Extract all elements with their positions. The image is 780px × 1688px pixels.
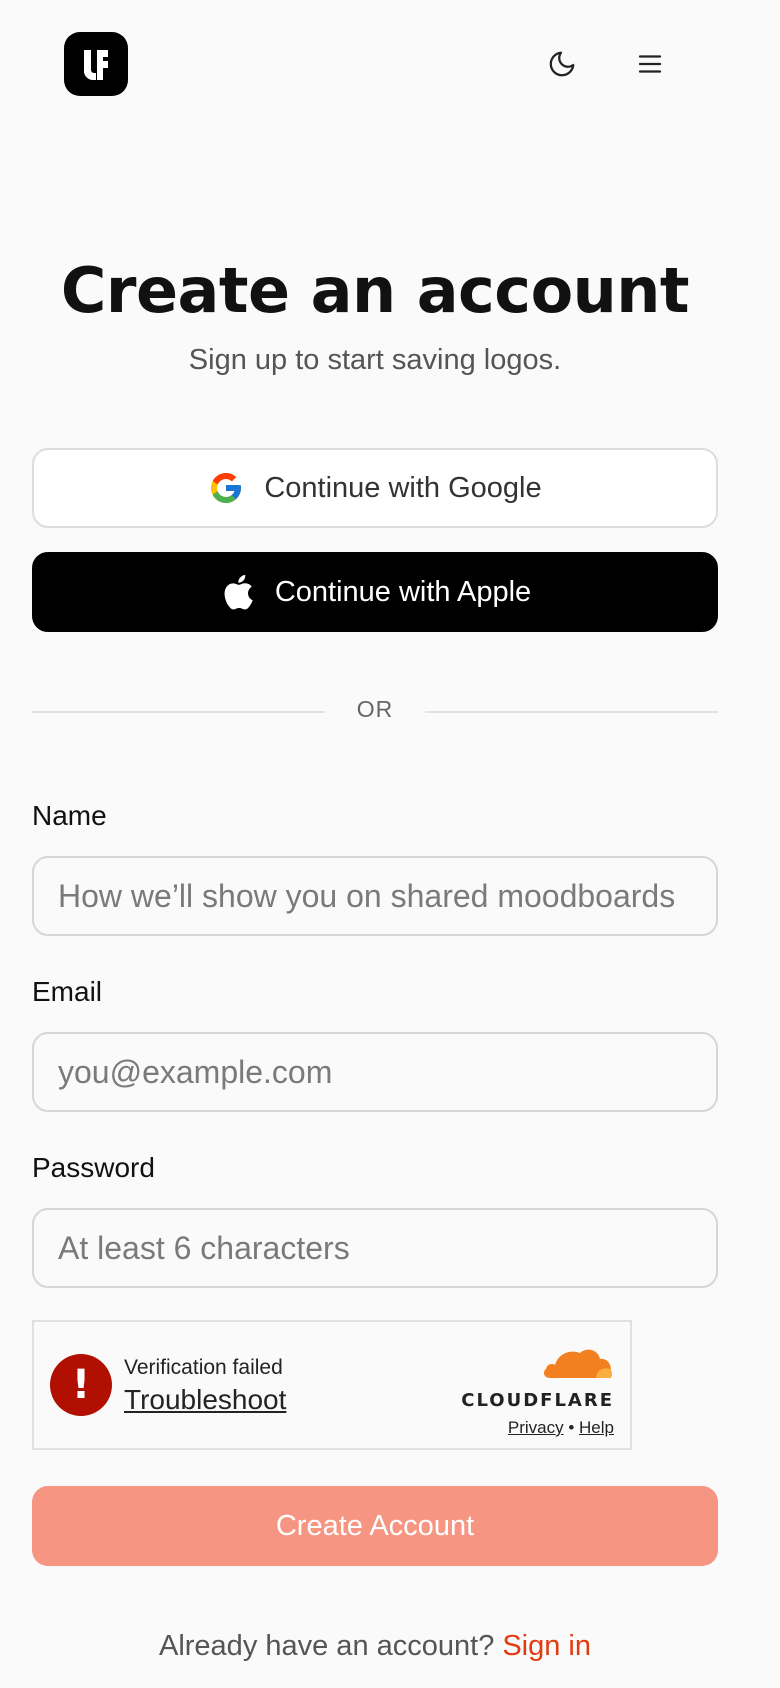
or-divider: OR [32,696,718,726]
name-field[interactable] [32,856,718,936]
cloudflare-wordmark: CLOUDFLARE [461,1390,614,1411]
cloudflare-turnstile-widget: ! Verification failed Troubleshoot CLOUD… [32,1320,632,1450]
signin-prompt: Already have an account? Sign in [0,1630,750,1663]
cloudflare-cloud-icon [540,1344,614,1385]
signin-prompt-text: Already have an account? [158,1630,495,1662]
logo-icon[interactable] [64,32,128,96]
continue-with-apple-button[interactable]: Continue with Apple [32,552,718,632]
apple-icon [219,572,255,612]
password-label: Password [32,1152,155,1183]
page-subtitle: Sign up to start saving logos. [188,344,562,376]
create-account-button[interactable]: Create Account [32,1486,718,1566]
link-separator: • [568,1418,575,1437]
menu-button[interactable] [626,40,674,88]
page-title: Create an account [60,254,690,327]
hamburger-menu-icon [638,55,662,73]
google-button-label: Continue with Google [264,471,542,504]
google-icon [208,470,244,506]
email-field[interactable] [32,1032,718,1112]
cloudflare-links: Privacy • Help [508,1418,614,1438]
divider-line-right [425,711,718,713]
theme-toggle-button[interactable] [538,40,586,88]
apple-button-label: Continue with Apple [274,575,532,608]
continue-with-google-button[interactable]: Continue with Google [32,448,718,528]
sign-in-link[interactable]: Sign in [502,1630,591,1662]
divider-text: OR [356,696,394,722]
name-label: Name [32,800,107,831]
password-field[interactable] [32,1208,718,1288]
email-label: Email [32,976,103,1007]
privacy-link[interactable]: Privacy [508,1418,564,1437]
site-header [0,0,780,130]
troubleshoot-link[interactable]: Troubleshoot [124,1384,286,1416]
error-icon: ! [50,1354,112,1416]
verification-status: Verification failed [124,1356,283,1379]
moon-icon [549,51,575,77]
help-link[interactable]: Help [579,1418,614,1437]
